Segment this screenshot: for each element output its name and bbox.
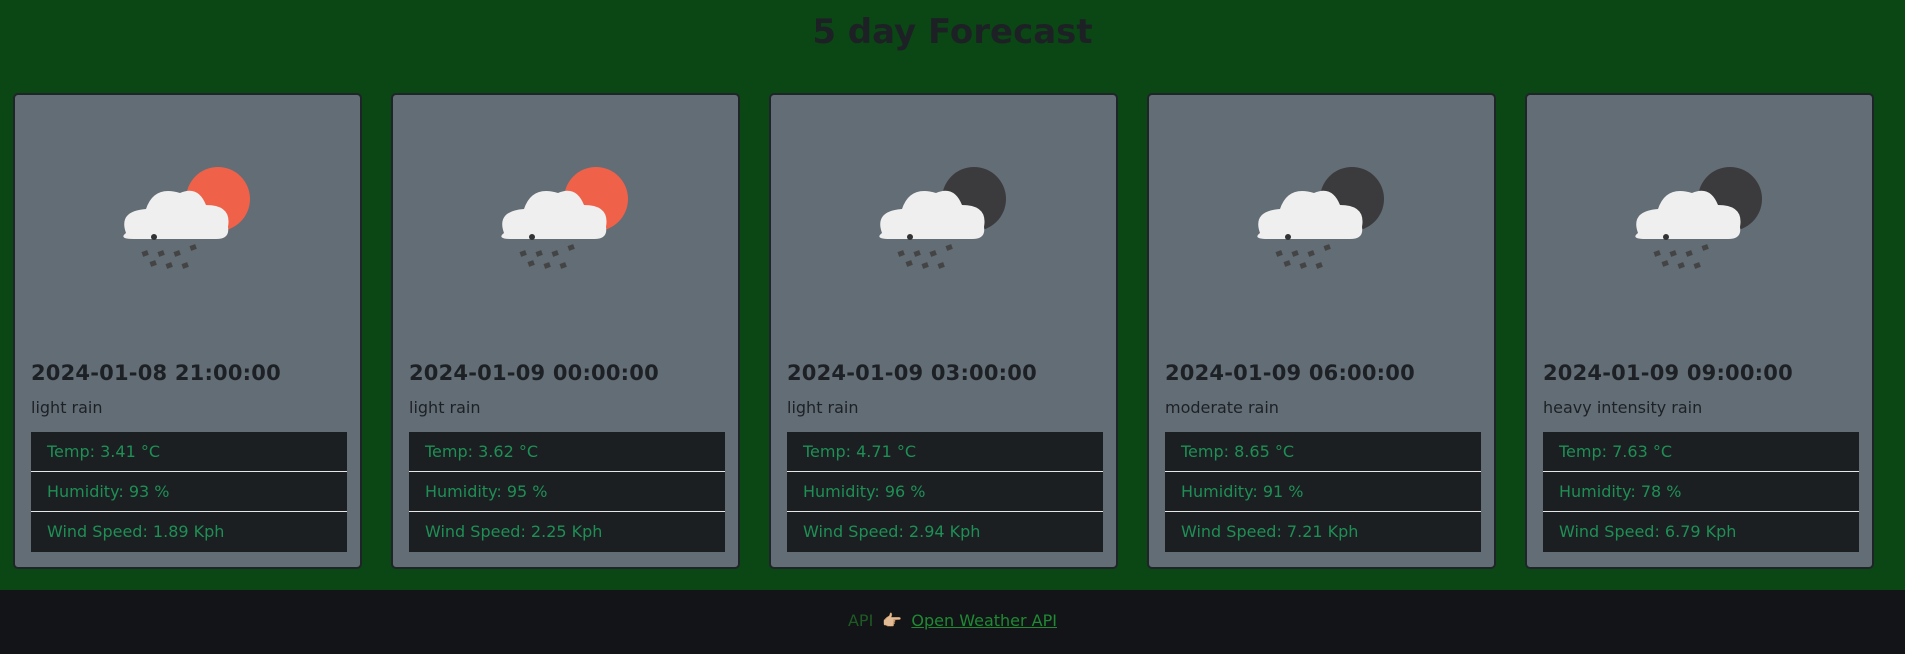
forecast-cards: 2024-01-08 21:00:00 light rain Temp: 3.4… xyxy=(13,93,1893,573)
temp-stat: Temp: 3.41 °C xyxy=(31,432,347,472)
footer: API 👉🏼 Open Weather API xyxy=(0,590,1905,654)
humidity-stat: Humidity: 93 % xyxy=(31,472,347,512)
rain-day-icon xyxy=(122,167,250,269)
wind-speed-stat: Wind Speed: 2.94 Kph xyxy=(787,512,1103,552)
api-label: API xyxy=(847,611,874,630)
forecast-card: 2024-01-09 06:00:00 moderate rain Temp: … xyxy=(1147,93,1496,569)
forecast-datetime: 2024-01-09 06:00:00 xyxy=(1165,361,1415,385)
forecast-stats: Temp: 4.71 °C Humidity: 96 % Wind Speed:… xyxy=(787,432,1103,552)
temp-stat: Temp: 3.62 °C xyxy=(409,432,725,472)
forecast-card: 2024-01-08 21:00:00 light rain Temp: 3.4… xyxy=(13,93,362,569)
rain-night-icon xyxy=(1634,167,1762,269)
forecast-datetime: 2024-01-09 00:00:00 xyxy=(409,361,659,385)
page-title: 5 day Forecast xyxy=(812,12,1093,52)
forecast-stats: Temp: 3.41 °C Humidity: 93 % Wind Speed:… xyxy=(31,432,347,552)
forecast-description: light rain xyxy=(787,398,859,417)
temp-stat: Temp: 7.63 °C xyxy=(1543,432,1859,472)
forecast-card: 2024-01-09 00:00:00 light rain Temp: 3.6… xyxy=(391,93,740,569)
forecast-datetime: 2024-01-08 21:00:00 xyxy=(31,361,281,385)
temp-stat: Temp: 8.65 °C xyxy=(1165,432,1481,472)
temp-stat: Temp: 4.71 °C xyxy=(787,432,1103,472)
wind-speed-stat: Wind Speed: 1.89 Kph xyxy=(31,512,347,552)
wind-speed-stat: Wind Speed: 2.25 Kph xyxy=(409,512,725,552)
forecast-description: moderate rain xyxy=(1165,398,1279,417)
humidity-stat: Humidity: 95 % xyxy=(409,472,725,512)
rain-night-icon xyxy=(878,167,1006,269)
humidity-stat: Humidity: 78 % xyxy=(1543,472,1859,512)
forecast-stats: Temp: 3.62 °C Humidity: 95 % Wind Speed:… xyxy=(409,432,725,552)
wind-speed-stat: Wind Speed: 7.21 Kph xyxy=(1165,512,1481,552)
rain-night-icon xyxy=(1256,167,1384,269)
forecast-description: heavy intensity rain xyxy=(1543,398,1703,417)
open-weather-api-link[interactable]: Open Weather API xyxy=(911,611,1057,630)
forecast-datetime: 2024-01-09 03:00:00 xyxy=(787,361,1037,385)
forecast-card: 2024-01-09 09:00:00 heavy intensity rain… xyxy=(1525,93,1874,569)
pointing-hand-icon: 👉🏼 xyxy=(882,611,903,630)
humidity-stat: Humidity: 91 % xyxy=(1165,472,1481,512)
forecast-stats: Temp: 7.63 °C Humidity: 78 % Wind Speed:… xyxy=(1543,432,1859,552)
wind-speed-stat: Wind Speed: 6.79 Kph xyxy=(1543,512,1859,552)
forecast-card: 2024-01-09 03:00:00 light rain Temp: 4.7… xyxy=(769,93,1118,569)
forecast-stats: Temp: 8.65 °C Humidity: 91 % Wind Speed:… xyxy=(1165,432,1481,552)
humidity-stat: Humidity: 96 % xyxy=(787,472,1103,512)
forecast-datetime: 2024-01-09 09:00:00 xyxy=(1543,361,1793,385)
rain-day-icon xyxy=(500,167,628,269)
forecast-description: light rain xyxy=(31,398,103,417)
forecast-description: light rain xyxy=(409,398,481,417)
